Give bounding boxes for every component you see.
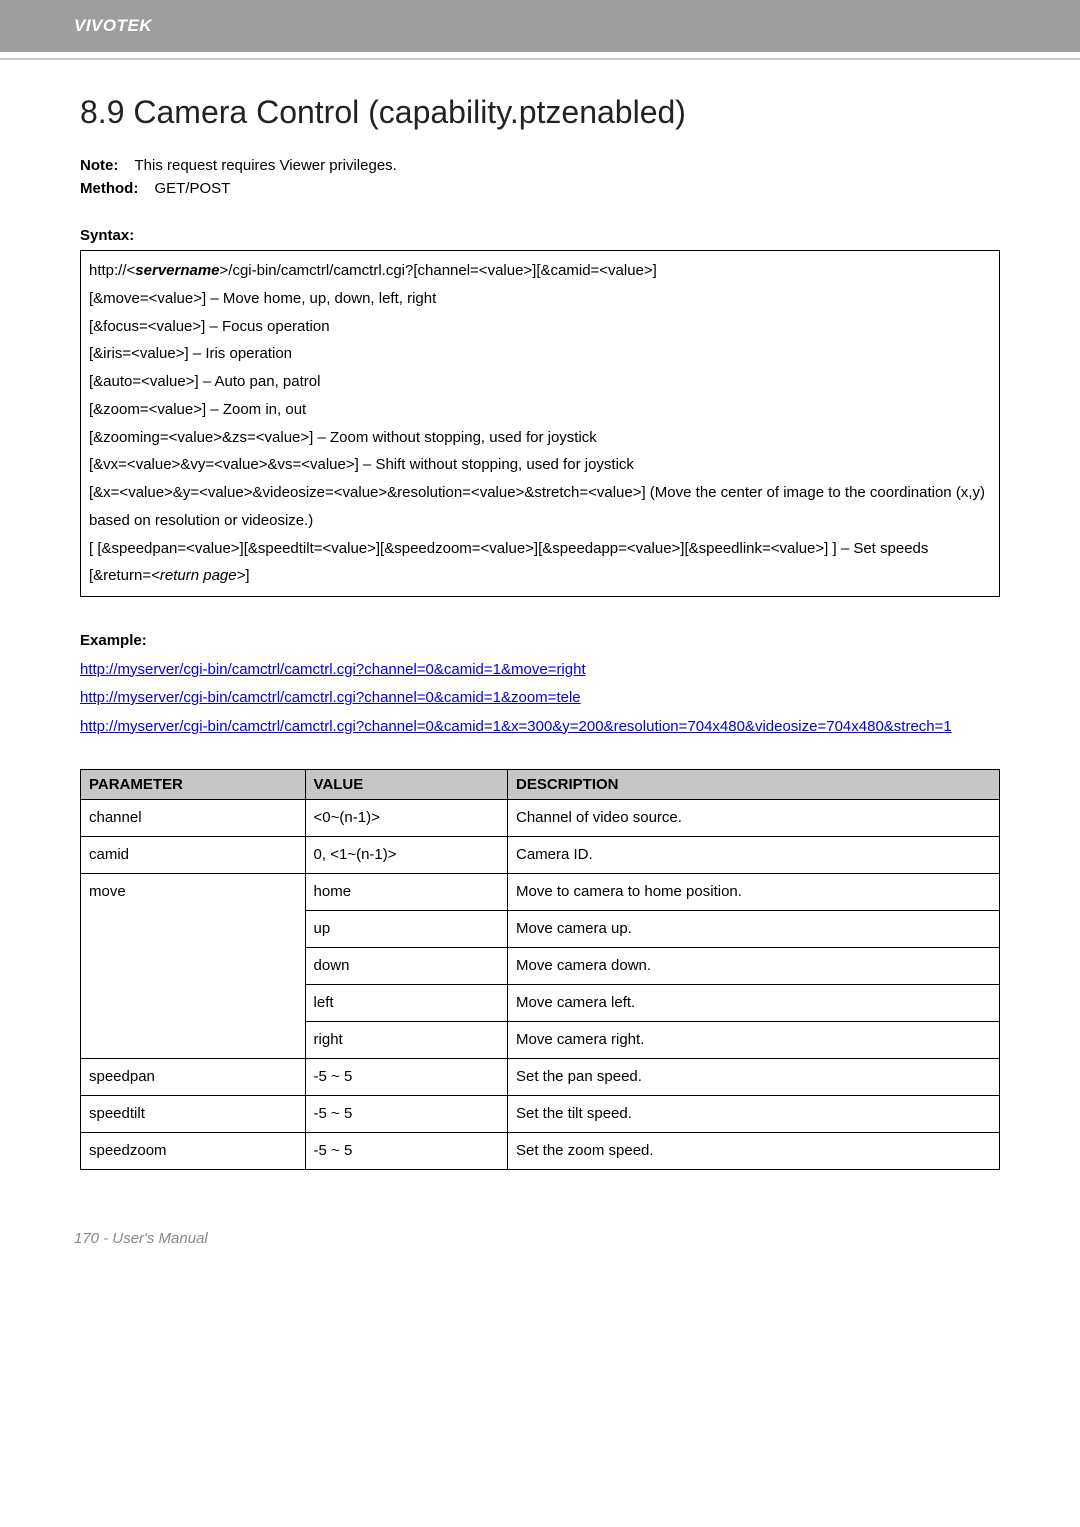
method-line: Method: GET/POST — [80, 180, 1000, 197]
section-title: 8.9 Camera Control (capability.ptzenable… — [80, 94, 1000, 131]
servername-token: servername — [135, 262, 219, 279]
syntax-line: [&return=<return page>] — [89, 562, 991, 590]
cell-value: -5 ~ 5 — [305, 1133, 507, 1170]
cell-desc: Move camera right. — [507, 1022, 999, 1059]
col-desc: DESCRIPTION — [507, 770, 999, 800]
cell-desc: Move to camera to home position. — [507, 874, 999, 911]
syntax-line-0-rest: /cgi-bin/camctrl/camctrl.cgi?[channel=<v… — [228, 262, 657, 279]
syntax-line: [&iris=<value>] – Iris operation — [89, 340, 991, 368]
note-label: Note: — [80, 157, 118, 174]
cell-value: <0~(n-1)> — [305, 800, 507, 837]
syntax-line: [&auto=<value>] – Auto pan, patrol — [89, 368, 991, 396]
cell-value: right — [305, 1022, 507, 1059]
param-table: PARAMETER VALUE DESCRIPTION channel <0~(… — [80, 769, 1000, 1170]
cell-param: speedpan — [81, 1059, 306, 1096]
syntax-line: [&vx=<value>&vy=<value>&vs=<value>] – Sh… — [89, 451, 991, 479]
table-row: speedpan -5 ~ 5 Set the pan speed. — [81, 1059, 1000, 1096]
syntax-line: [&zooming=<value>&zs=<value>] – Zoom wit… — [89, 424, 991, 452]
cell-value: down — [305, 948, 507, 985]
header-bar: VIVOTEK — [0, 0, 1080, 52]
cell-desc: Move camera down. — [507, 948, 999, 985]
page-footer: 170 - User's Manual — [0, 1230, 1080, 1267]
syntax-line: [&move=<value>] – Move home, up, down, l… — [89, 285, 991, 313]
cell-value: home — [305, 874, 507, 911]
example-link-0[interactable]: http://myserver/cgi-bin/camctrl/camctrl.… — [80, 661, 586, 678]
col-value: VALUE — [305, 770, 507, 800]
table-row: camid 0, <1~(n-1)> Camera ID. — [81, 837, 1000, 874]
example-link-1[interactable]: http://myserver/cgi-bin/camctrl/camctrl.… — [80, 689, 581, 706]
cell-value: up — [305, 911, 507, 948]
syntax-line: [&zoom=<value>] – Zoom in, out — [89, 396, 991, 424]
method-value: GET/POST — [155, 180, 231, 197]
cell-param: speedzoom — [81, 1133, 306, 1170]
syntax-label: Syntax: — [80, 227, 1000, 244]
cell-desc: Move camera up. — [507, 911, 999, 948]
cell-desc: Set the zoom speed. — [507, 1133, 999, 1170]
example-line: http://myserver/cgi-bin/camctrl/camctrl.… — [80, 713, 1000, 742]
footer-text: 170 - User's Manual — [74, 1230, 208, 1247]
cell-desc: Channel of video source. — [507, 800, 999, 837]
note-value: This request requires Viewer privileges. — [135, 157, 397, 174]
example-link-2[interactable]: http://myserver/cgi-bin/camctrl/camctrl.… — [80, 718, 952, 735]
table-row: move home Move to camera to home positio… — [81, 874, 1000, 911]
cell-desc: Set the pan speed. — [507, 1059, 999, 1096]
page-content: 8.9 Camera Control (capability.ptzenable… — [0, 60, 1080, 1170]
example-line: http://myserver/cgi-bin/camctrl/camctrl.… — [80, 656, 1000, 685]
cell-desc: Camera ID. — [507, 837, 999, 874]
cell-param: move — [81, 874, 306, 1059]
cell-value: -5 ~ 5 — [305, 1059, 507, 1096]
example-label: Example: — [80, 627, 1000, 656]
cell-param: speedtilt — [81, 1096, 306, 1133]
syntax-cell: http://<servername>/cgi-bin/camctrl/camc… — [81, 251, 1000, 597]
syntax-block: Syntax: http://<servername>/cgi-bin/camc… — [80, 227, 1000, 597]
param-table-header-row: PARAMETER VALUE DESCRIPTION — [81, 770, 1000, 800]
col-parameter: PARAMETER — [81, 770, 306, 800]
table-row: channel <0~(n-1)> Channel of video sourc… — [81, 800, 1000, 837]
cell-desc: Set the tilt speed. — [507, 1096, 999, 1133]
cell-param: camid — [81, 837, 306, 874]
method-label: Method: — [80, 180, 138, 197]
syntax-line: [&focus=<value>] – Focus operation — [89, 313, 991, 341]
brand-text: VIVOTEK — [74, 16, 152, 36]
cell-param: channel — [81, 800, 306, 837]
syntax-line: [&x=<value>&y=<value>&videosize=<value>&… — [89, 479, 991, 535]
example-line: http://myserver/cgi-bin/camctrl/camctrl.… — [80, 684, 1000, 713]
cell-value: 0, <1~(n-1)> — [305, 837, 507, 874]
syntax-table: http://<servername>/cgi-bin/camctrl/camc… — [80, 250, 1000, 597]
cell-value: left — [305, 985, 507, 1022]
syntax-line: http://<servername>/cgi-bin/camctrl/camc… — [89, 257, 991, 285]
table-row: speedzoom -5 ~ 5 Set the zoom speed. — [81, 1133, 1000, 1170]
cell-desc: Move camera left. — [507, 985, 999, 1022]
examples-block: Example: http://myserver/cgi-bin/camctrl… — [80, 627, 1000, 741]
note-line: Note: This request requires Viewer privi… — [80, 157, 1000, 174]
cell-value: -5 ~ 5 — [305, 1096, 507, 1133]
table-row: speedtilt -5 ~ 5 Set the tilt speed. — [81, 1096, 1000, 1133]
syntax-line: [ [&speedpan=<value>][&speedtilt=<value>… — [89, 535, 991, 563]
